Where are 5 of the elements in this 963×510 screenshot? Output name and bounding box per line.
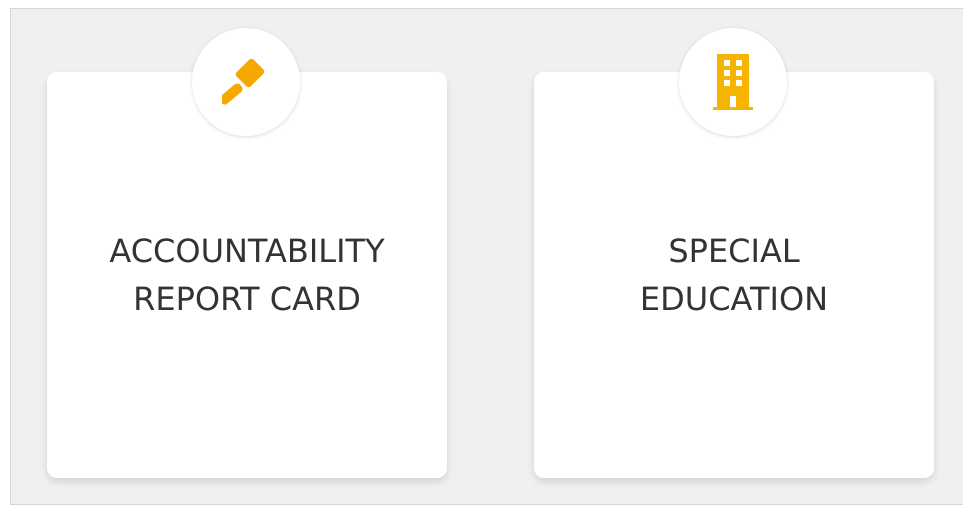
building-icon xyxy=(713,54,753,110)
card-title: ACCOUNTABILITY REPORT CARD xyxy=(108,231,386,320)
card-title: SPECIAL EDUCATION xyxy=(638,231,830,320)
category-card[interactable]: SPECIAL EDUCATION xyxy=(534,72,934,478)
category-card[interactable]: ACCOUNTABILITY REPORT CARD xyxy=(47,72,447,478)
